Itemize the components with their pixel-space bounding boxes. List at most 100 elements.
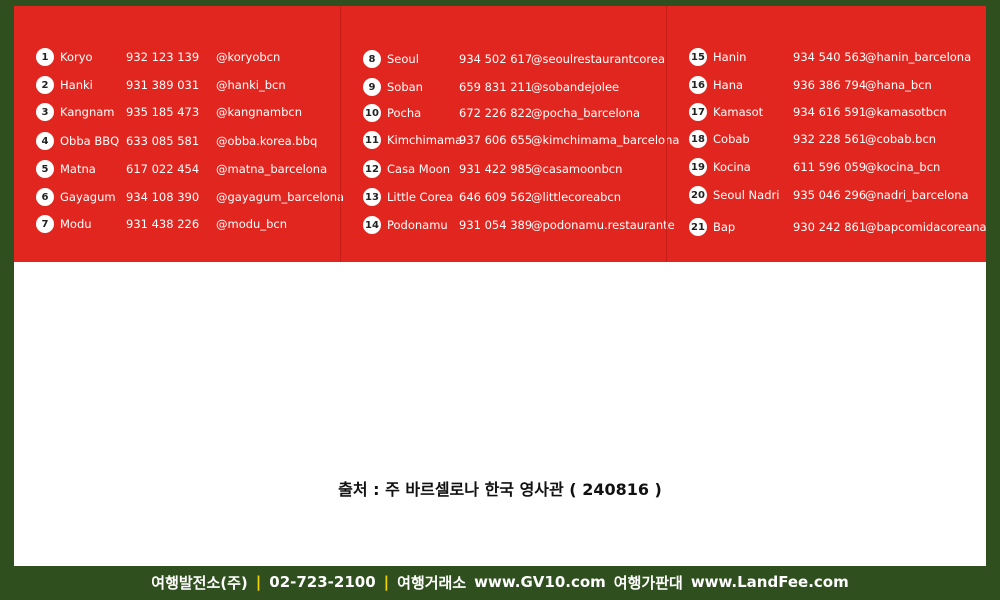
restaurant-handle: @kangnambcn xyxy=(216,105,303,119)
restaurant-handle: @podonamu.restaurante xyxy=(531,218,675,232)
restaurant-handle: @kimchimama_barcelona xyxy=(531,133,680,147)
restaurant-handle: @kocina_bcn xyxy=(865,160,941,174)
restaurant-name: Cobab xyxy=(713,132,750,146)
restaurant-name: Hana xyxy=(713,78,744,92)
restaurant-phone: 930 242 861 xyxy=(793,220,867,234)
restaurant-phone: 633 085 581 xyxy=(126,134,200,148)
separator: | xyxy=(255,573,262,591)
restaurant-row: 13 Little Corea 646 609 562 @littlecoreabcn xyxy=(363,184,663,210)
restaurant-handle: @pocha_barcelona xyxy=(531,106,641,120)
restaurant-handle: @casamoonbcn xyxy=(531,162,623,176)
restaurant-handle: @matna_barcelona xyxy=(216,162,328,176)
restaurant-phone: 934 540 563 xyxy=(793,50,867,64)
footer-label-2: 여행가판대 xyxy=(613,573,683,592)
restaurant-handle: @cobab.bcn xyxy=(865,132,937,146)
restaurant-row: 20 Seoul Nadri 935 046 296 @nadri_barcelona xyxy=(689,182,986,208)
restaurant-number: 15 xyxy=(689,48,707,66)
restaurant-number: 16 xyxy=(689,76,707,94)
column-2: 8 Seoul 934 502 617 @seoulrestaurantcorea 9 S… xyxy=(340,6,679,262)
restaurant-phone: 935 185 473 xyxy=(126,105,200,119)
restaurant-handle: @nadri_barcelona xyxy=(865,188,969,202)
restaurant-name: Seoul xyxy=(387,52,419,66)
restaurant-phone: 931 438 226 xyxy=(126,217,200,231)
restaurant-name: Gayagum xyxy=(60,190,116,204)
footer-link-2[interactable]: www.LandFee.com xyxy=(691,573,849,591)
restaurant-row: 10 Pocha 672 226 822 @pocha_barcelona xyxy=(363,100,663,126)
source-caption: 출처 : 주 바르셀로나 한국 영사관 ( 240816 ) xyxy=(338,480,662,499)
restaurant-handle: @kamasotbcn xyxy=(865,105,947,119)
restaurant-name: Hanin xyxy=(713,50,747,64)
company-name: 여행발전소(주) xyxy=(151,573,248,592)
restaurant-name: Kocina xyxy=(713,160,751,174)
restaurant-phone: 937 606 655 xyxy=(459,133,533,147)
restaurant-number: 12 xyxy=(363,160,381,178)
restaurant-number: 21 xyxy=(689,218,707,236)
restaurant-row: 12 Casa Moon 931 422 985 @casamoonbcn xyxy=(363,156,663,182)
restaurant-row: 19 Kocina 611 596 059 @kocina_bcn xyxy=(689,154,986,180)
restaurant-row: 5 Matna 617 022 454 @matna_barcelona xyxy=(36,156,336,182)
restaurant-name: Seoul Nadri xyxy=(713,188,780,202)
restaurant-row: 15 Hanin 934 540 563 @hanin_barcelona xyxy=(689,44,986,70)
restaurant-number: 7 xyxy=(36,215,54,233)
restaurant-phone: 935 046 296 xyxy=(793,188,867,202)
restaurant-row: 1 Koryo 932 123 139 @koryobcn xyxy=(36,44,336,70)
restaurant-number: 5 xyxy=(36,160,54,178)
restaurant-row: 7 Modu 931 438 226 @modu_bcn xyxy=(36,211,336,237)
column-1: 1 Koryo 932 123 139 @koryobcn 2 Hanki 931 389 … xyxy=(14,6,344,262)
restaurant-number: 14 xyxy=(363,216,381,234)
restaurant-name: Podonamu xyxy=(387,218,448,232)
separator: | xyxy=(383,573,390,591)
restaurant-name: Kangnam xyxy=(60,105,115,119)
restaurant-phone: 932 228 561 xyxy=(793,132,867,146)
restaurant-handle: @obba.korea.bbq xyxy=(216,134,318,148)
column-3: 15 Hanin 934 540 563 @hanin_barcelona 16 Hana… xyxy=(666,6,986,262)
restaurant-name: Koryo xyxy=(60,50,93,64)
restaurant-name: Obba BBQ xyxy=(60,134,120,148)
restaurant-handle: @littlecoreabcn xyxy=(531,190,622,204)
restaurant-handle: @hana_bcn xyxy=(865,78,932,92)
restaurant-number: 8 xyxy=(363,50,381,68)
restaurant-phone: 646 609 562 xyxy=(459,190,533,204)
restaurant-name: Matna xyxy=(60,162,96,176)
restaurant-phone: 934 502 617 xyxy=(459,52,533,66)
restaurant-name: Pocha xyxy=(387,106,422,120)
restaurant-number: 2 xyxy=(36,76,54,94)
restaurant-handle: @sobandejolee xyxy=(531,80,620,94)
restaurant-number: 4 xyxy=(36,132,54,150)
restaurant-phone: 932 123 139 xyxy=(126,50,200,64)
restaurant-number: 18 xyxy=(689,130,707,148)
restaurant-row: 8 Seoul 934 502 617 @seoulrestaurantcorea xyxy=(363,46,665,72)
restaurant-row: 9 Soban 659 831 211 @sobandejolee xyxy=(363,74,663,100)
restaurant-row: 17 Kamasot 934 616 591 @kamasotbcn xyxy=(689,99,986,125)
restaurant-phone: 934 616 591 xyxy=(793,105,867,119)
restaurant-phone: 617 022 454 xyxy=(126,162,200,176)
restaurant-number: 19 xyxy=(689,158,707,176)
restaurant-name: Soban xyxy=(387,80,423,94)
footer-bar: 여행발전소(주) | 02-723-2100 | 여행거래소 www.GV10.… xyxy=(0,568,1000,596)
restaurant-row: 3 Kangnam 935 185 473 @kangnambcn xyxy=(36,99,336,125)
restaurant-handle: @gayagum_barcelona xyxy=(216,190,345,204)
restaurant-name: Kamasot xyxy=(713,105,764,119)
restaurant-row: 2 Hanki 931 389 031 @hanki_bcn xyxy=(36,72,336,98)
company-phone: 02-723-2100 xyxy=(269,573,376,591)
restaurant-row: 6 Gayagum 934 108 390 @gayagum_barcelona xyxy=(36,184,344,210)
footer-link-1[interactable]: www.GV10.com xyxy=(474,573,606,591)
restaurant-row: 21 Bap 930 242 861 @bapcomidacoreana xyxy=(689,214,986,240)
image-frame: 1 Koryo 932 123 139 @koryobcn 2 Hanki 931 389 … xyxy=(14,6,986,566)
restaurant-handle: @koryobcn xyxy=(216,50,281,64)
restaurant-phone: 936 386 794 xyxy=(793,78,867,92)
restaurant-number: 1 xyxy=(36,48,54,66)
restaurant-number: 9 xyxy=(363,78,381,96)
restaurant-number: 10 xyxy=(363,104,381,122)
restaurant-phone: 659 831 211 xyxy=(459,80,533,94)
restaurant-card: 1 Koryo 932 123 139 @koryobcn 2 Hanki 931 389 … xyxy=(14,6,986,262)
restaurant-row: 16 Hana 936 386 794 @hana_bcn xyxy=(689,72,986,98)
restaurant-number: 13 xyxy=(363,188,381,206)
restaurant-name: Modu xyxy=(60,217,92,231)
restaurant-number: 11 xyxy=(363,131,381,149)
restaurant-name: Little Corea xyxy=(387,190,454,204)
restaurant-number: 17 xyxy=(689,103,707,121)
restaurant-number: 20 xyxy=(689,186,707,204)
restaurant-phone: 931 054 389 xyxy=(459,218,533,232)
restaurant-number: 3 xyxy=(36,103,54,121)
